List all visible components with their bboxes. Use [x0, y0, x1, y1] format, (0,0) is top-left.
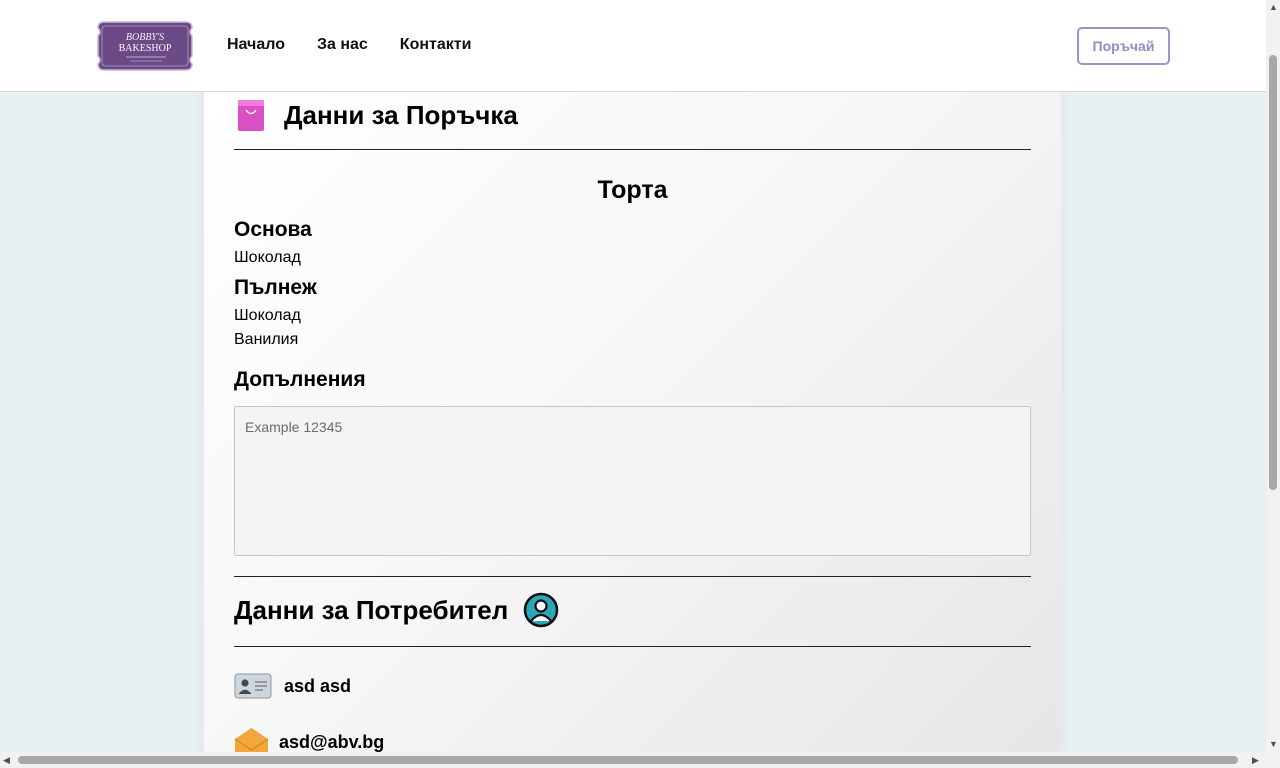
- divider: [234, 576, 1031, 577]
- order-section-header: Данни за Поръчка: [236, 98, 518, 132]
- order-card: Данни за Поръчка Торта Основа Шоколад Пъ…: [204, 92, 1061, 757]
- horizontal-scrollbar[interactable]: ◀ ▶: [0, 752, 1280, 768]
- divider: [234, 149, 1031, 150]
- vertical-scrollbar[interactable]: ▲ ▼: [1266, 0, 1280, 752]
- filling-value: Шоколад: [234, 307, 301, 324]
- shopping-bag-icon: [236, 98, 266, 132]
- scroll-right-arrow-icon[interactable]: ▶: [1252, 755, 1259, 765]
- user-section-title: Данни за Потребител: [234, 594, 509, 625]
- extras-label: Допълнения: [234, 368, 366, 391]
- base-label: Основа: [234, 218, 312, 241]
- order-section-title: Данни за Поръчка: [284, 99, 518, 130]
- order-button[interactable]: Поръчай: [1077, 27, 1170, 65]
- nav-links: Начало За нас Контакти: [227, 36, 503, 54]
- logo-line-1: BOBBY'S: [126, 32, 164, 43]
- nav-link-about[interactable]: За нас: [317, 36, 368, 54]
- user-section-header: Данни за Потребител: [234, 592, 559, 628]
- logo-line-2: BAKESHOP: [119, 43, 172, 54]
- divider: [234, 646, 1031, 647]
- extras-textarea[interactable]: [234, 406, 1031, 556]
- navbar: BOBBY'S BAKESHOP Начало За нас Контакти …: [0, 0, 1266, 92]
- filling-label: Пълнеж: [234, 276, 317, 299]
- product-title: Торта: [597, 176, 668, 204]
- scroll-left-arrow-icon[interactable]: ◀: [3, 755, 10, 765]
- id-card-icon: [234, 672, 272, 700]
- vertical-scroll-thumb[interactable]: [1269, 55, 1277, 490]
- user-email: asd@abv.bg: [279, 731, 385, 752]
- user-circle-icon: [523, 592, 559, 628]
- bakeshop-logo[interactable]: BOBBY'S BAKESHOP: [96, 18, 194, 74]
- scroll-down-arrow-icon[interactable]: ▼: [1269, 739, 1278, 749]
- nav-link-home[interactable]: Начало: [227, 36, 285, 54]
- base-value: Шоколад: [234, 249, 301, 266]
- user-name-row: asd asd: [234, 672, 351, 700]
- horizontal-scroll-thumb[interactable]: [18, 756, 1238, 764]
- nav-link-contacts[interactable]: Контакти: [400, 36, 472, 54]
- user-name: asd asd: [284, 675, 352, 696]
- filling-value: Ванилия: [234, 331, 299, 348]
- scroll-up-arrow-icon[interactable]: ▲: [1269, 2, 1278, 12]
